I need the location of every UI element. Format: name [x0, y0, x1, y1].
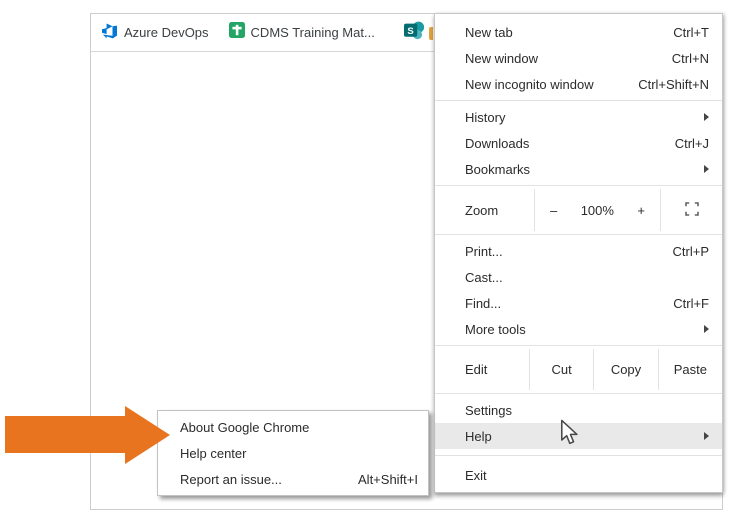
menu-item-zoom: Zoom – 100% +: [435, 189, 722, 231]
cdms-icon: [228, 22, 245, 43]
menu-item-cast[interactable]: Cast...: [435, 264, 722, 290]
menu-item-new-window[interactable]: New window Ctrl+N: [435, 45, 722, 71]
menu-item-label: More tools: [465, 321, 526, 337]
zoom-controls: – 100% +: [534, 189, 661, 231]
menu-item-label: Help: [465, 428, 492, 444]
sharepoint-icon: S: [403, 21, 425, 45]
menu-item-label: Exit: [465, 467, 487, 483]
menu-separator: [435, 100, 722, 101]
submenu-item-label: About Google Chrome: [180, 419, 310, 435]
orange-arrow-body: [5, 416, 125, 453]
submenu-item-shortcut: Alt+Shift+I: [358, 471, 418, 487]
zoom-in-button[interactable]: +: [637, 203, 645, 218]
submenu-item-label: Help center: [180, 445, 247, 461]
menu-item-more-tools[interactable]: More tools: [435, 316, 722, 342]
menu-item-shortcut: Ctrl+J: [674, 135, 709, 151]
menu-item-label: Print...: [465, 243, 503, 259]
menu-separator: [435, 234, 722, 235]
zoom-out-button[interactable]: –: [550, 203, 557, 218]
menu-item-edit-row: Edit Cut Copy Paste: [435, 349, 722, 390]
menu-item-shortcut: Ctrl+P: [672, 243, 709, 259]
menu-item-label: Downloads: [465, 135, 530, 151]
cut-button[interactable]: Cut: [529, 349, 593, 390]
menu-item-new-incognito-window[interactable]: New incognito window Ctrl+Shift+N: [435, 71, 722, 97]
help-submenu: About Google Chrome Help center Report a…: [157, 410, 429, 496]
submenu-arrow-icon: [704, 165, 709, 173]
menu-separator: [435, 455, 722, 456]
partial-favicon: [429, 27, 433, 40]
azure-devops-icon: [101, 22, 118, 44]
menu-item-find[interactable]: Find... Ctrl+F: [435, 290, 722, 316]
menu-separator: [435, 345, 722, 346]
menu-item-print[interactable]: Print... Ctrl+P: [435, 238, 722, 264]
menu-item-new-tab[interactable]: New tab Ctrl+T: [435, 19, 722, 45]
menu-item-shortcut: Ctrl+Shift+N: [638, 76, 709, 92]
menu-item-label: New tab: [465, 24, 513, 40]
orange-arrow-head: [125, 406, 170, 464]
submenu-item-report-an-issue[interactable]: Report an issue... Alt+Shift+I: [158, 466, 428, 492]
submenu-arrow-icon: [704, 432, 709, 440]
menu-item-bookmarks[interactable]: Bookmarks: [435, 156, 722, 182]
paste-button[interactable]: Paste: [657, 349, 722, 390]
zoom-label: Zoom: [465, 202, 499, 218]
mouse-cursor-icon: [560, 419, 579, 452]
sharepoint-letter: S: [407, 25, 413, 36]
submenu-item-label: Report an issue...: [180, 471, 282, 487]
menu-item-shortcut: Ctrl+F: [673, 295, 709, 311]
zoom-level: 100%: [580, 202, 614, 218]
menu-item-downloads[interactable]: Downloads Ctrl+J: [435, 130, 722, 156]
menu-separator: [435, 185, 722, 186]
submenu-item-help-center[interactable]: Help center: [158, 440, 428, 466]
bookmark-label: CDMS Training Mat...: [250, 25, 375, 40]
menu-item-label: Find...: [465, 295, 502, 311]
fullscreen-icon: [684, 201, 699, 219]
screenshot-root: Azure DevOps CDMS Training Mat... S New …: [0, 0, 735, 526]
menu-item-shortcut: Ctrl+N: [671, 50, 709, 66]
menu-item-label: Settings: [465, 402, 512, 418]
edit-label: Edit: [465, 362, 488, 377]
submenu-item-about-google-chrome[interactable]: About Google Chrome: [158, 414, 428, 440]
menu-item-label: History: [465, 109, 506, 125]
menu-separator: [435, 393, 722, 394]
bookmark-label: Azure DevOps: [124, 25, 209, 40]
submenu-arrow-icon: [704, 325, 709, 333]
bookmark-sharepoint[interactable]: S: [403, 21, 425, 45]
submenu-arrow-icon: [704, 113, 709, 121]
menu-item-label: Bookmarks: [465, 161, 531, 177]
menu-item-label: Cast...: [465, 269, 503, 285]
menu-item-history[interactable]: History: [435, 104, 722, 130]
copy-button[interactable]: Copy: [593, 349, 657, 390]
menu-item-shortcut: Ctrl+T: [673, 24, 709, 40]
menu-item-label: New window: [465, 50, 538, 66]
fullscreen-button[interactable]: [661, 189, 722, 231]
menu-item-exit[interactable]: Exit: [435, 462, 722, 488]
bookmark-cdms-training[interactable]: CDMS Training Mat...: [228, 22, 375, 43]
menu-item-label: New incognito window: [465, 76, 594, 92]
bookmark-azure-devops[interactable]: Azure DevOps: [101, 22, 209, 44]
